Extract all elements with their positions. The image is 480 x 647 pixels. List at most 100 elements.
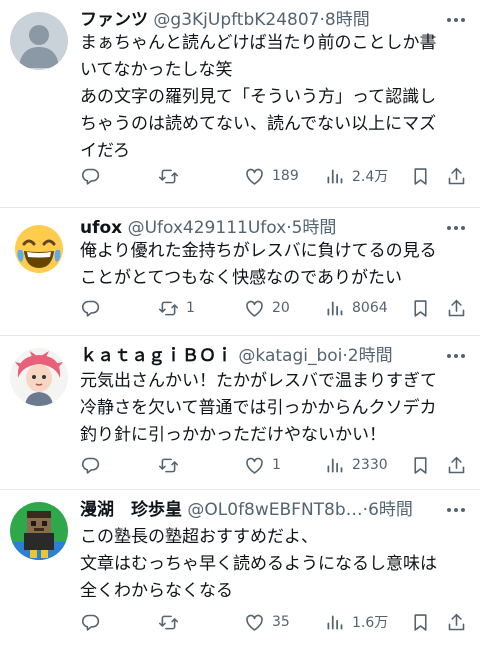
reply-button[interactable] <box>80 164 108 188</box>
more-icon[interactable] <box>444 344 468 368</box>
retweet-button[interactable] <box>158 164 186 188</box>
tweet[interactable]: 漫湖 珍歩皇 @OL0f8wEBFNT8b…·6時間 この塾長の塾超おすすめだよ… <box>0 490 480 647</box>
display-name[interactable]: ｋａｔａｇｉＢＯｉ <box>80 346 233 366</box>
display-name[interactable]: ファンツ <box>80 10 148 30</box>
retweet-button[interactable] <box>158 453 186 477</box>
tweet-text-line: イだろ <box>80 141 130 161</box>
tweet-text-line: この塾長の塾超おすすめだよ、 <box>80 527 318 547</box>
anime-character-avatar-icon[interactable] <box>10 348 68 406</box>
tweet-text-line: まぁちゃんと読んどけば当たり前のことしか書 <box>80 33 437 53</box>
reply-button[interactable] <box>80 610 108 634</box>
tweet-text-line: ことがとてつもなく快感なのでありがたい <box>80 268 402 288</box>
like-count: 189 <box>272 168 299 184</box>
tweet-text: 元気出さんかい！たかがレスバで温まりすぎて 冷静さを欠いて普通では引っかからんク… <box>80 368 470 449</box>
share-icon <box>446 455 467 476</box>
timestamp[interactable]: 8時間 <box>325 10 370 30</box>
share-button[interactable] <box>446 453 467 477</box>
action-bar: 35 1.6万 <box>80 610 470 634</box>
reply-icon <box>80 612 101 633</box>
reply-icon <box>80 455 101 476</box>
more-icon[interactable] <box>444 216 468 240</box>
like-icon <box>244 455 265 476</box>
tweet-text: まぁちゃんと読んどけば当たり前のことしか書 いてなかったしな笑 あの文字の羅列見… <box>80 30 470 165</box>
action-bar: 1 20 8064 <box>80 296 470 320</box>
retweet-icon <box>158 612 179 633</box>
tweet[interactable]: ファンツ @g3KjUpftbK24807·8時間 まぁちゃんと読んどけば当たり… <box>0 0 480 208</box>
tweet-header: ファンツ @g3KjUpftbK24807·8時間 <box>80 8 436 32</box>
display-name[interactable]: 漫湖 珍歩皇 <box>80 500 182 520</box>
like-button[interactable]: 35 <box>244 610 290 634</box>
bookmark-icon <box>410 166 431 187</box>
like-count: 1 <box>272 457 281 473</box>
share-icon <box>446 166 467 187</box>
tweet-text: この塾長の塾超おすすめだよ、 文章はむっちゃ早く読めるようになるし意味は 全くわ… <box>80 524 470 605</box>
retweet-button[interactable] <box>158 610 186 634</box>
tweet-text-line: あの文字の羅列見て「そういう方」って認識し <box>80 87 437 107</box>
view-count: 2.4万 <box>352 169 389 185</box>
bookmark-button[interactable] <box>410 453 431 477</box>
user-handle[interactable]: @Ufox429111Ufox <box>128 218 287 238</box>
timestamp[interactable]: 2時間 <box>348 346 393 366</box>
share-icon <box>446 298 467 319</box>
user-handle[interactable]: @g3KjUpftbK24807 <box>153 10 319 30</box>
tweet-text-line: 俺より優れた金持ちがレスバに負けてるの見る <box>80 241 437 261</box>
tweet-text-line: 文章はむっちゃ早く読めるようになるし意味は <box>80 554 437 574</box>
timestamp[interactable]: 6時間 <box>368 500 413 520</box>
like-button[interactable]: 20 <box>244 296 290 320</box>
tweet[interactable]: ufox @Ufox429111Ufox·5時間 俺より優れた金持ちがレスバに負… <box>0 208 480 336</box>
tweet-text-line: 元気出さんかい！たかがレスバで温まりすぎて <box>80 371 437 391</box>
reply-button[interactable] <box>80 296 108 320</box>
bookmark-icon <box>410 298 431 319</box>
game-character-avatar-icon[interactable] <box>10 502 68 560</box>
views-button[interactable]: 8064 <box>324 296 388 320</box>
tweet-text-line: いてなかったしな笑 <box>80 60 233 80</box>
like-count: 35 <box>272 614 290 630</box>
views-button[interactable]: 1.6万 <box>324 610 388 634</box>
view-count: 2330 <box>352 457 388 473</box>
retweet-count: 1 <box>186 300 195 316</box>
share-button[interactable] <box>446 610 467 634</box>
more-icon[interactable] <box>444 8 468 32</box>
reply-button[interactable] <box>80 453 108 477</box>
tweet-text-line: 冷静さを欠いて普通では引っかからんクソデカ <box>80 398 437 418</box>
like-count: 20 <box>272 300 290 316</box>
default-avatar-icon[interactable] <box>10 12 68 70</box>
retweet-icon <box>158 298 179 319</box>
views-button[interactable]: 2.4万 <box>324 164 388 188</box>
user-handle[interactable]: @katagi_boi <box>238 346 342 366</box>
tweet-text-line: 釣り針に引っかかっただけやないかい！ <box>80 425 386 445</box>
display-name[interactable]: ufox <box>80 218 122 238</box>
like-button[interactable]: 1 <box>244 453 281 477</box>
bookmark-button[interactable] <box>410 610 431 634</box>
action-bar: 1 2330 <box>80 453 470 477</box>
share-icon <box>446 612 467 633</box>
tweet-header: 漫湖 珍歩皇 @OL0f8wEBFNT8b…·6時間 <box>80 498 436 522</box>
action-bar: 189 2.4万 <box>80 164 470 188</box>
tweet[interactable]: ｋａｔａｇｉＢＯｉ @katagi_boi·2時間 元気出さんかい！たかがレスバ… <box>0 336 480 490</box>
reply-icon <box>80 166 101 187</box>
views-icon <box>324 166 345 187</box>
bookmark-button[interactable] <box>410 164 431 188</box>
bookmark-icon <box>410 612 431 633</box>
like-icon <box>244 166 265 187</box>
retweet-icon <box>158 455 179 476</box>
user-handle[interactable]: @OL0f8wEBFNT8b… <box>187 500 362 520</box>
laughing-emoji-avatar-icon[interactable] <box>10 220 68 278</box>
timestamp[interactable]: 5時間 <box>292 218 337 238</box>
share-button[interactable] <box>446 296 467 320</box>
views-button[interactable]: 2330 <box>324 453 388 477</box>
reply-icon <box>80 298 101 319</box>
tweet-text: 俺より優れた金持ちがレスバに負けてるの見る ことがとてつもなく快感なのでありがた… <box>80 238 470 292</box>
share-button[interactable] <box>446 164 467 188</box>
tweet-text-line: 全くわからなくなる <box>80 581 233 601</box>
bookmark-button[interactable] <box>410 296 431 320</box>
like-button[interactable]: 189 <box>244 164 299 188</box>
tweet-header: ufox @Ufox429111Ufox·5時間 <box>80 216 436 240</box>
like-icon <box>244 612 265 633</box>
more-icon[interactable] <box>444 498 468 522</box>
retweet-button[interactable]: 1 <box>158 296 195 320</box>
reply-feed: ファンツ @g3KjUpftbK24807·8時間 まぁちゃんと読んどけば当たり… <box>0 0 480 647</box>
view-count: 8064 <box>352 300 388 316</box>
like-icon <box>244 298 265 319</box>
view-count: 1.6万 <box>352 615 389 631</box>
